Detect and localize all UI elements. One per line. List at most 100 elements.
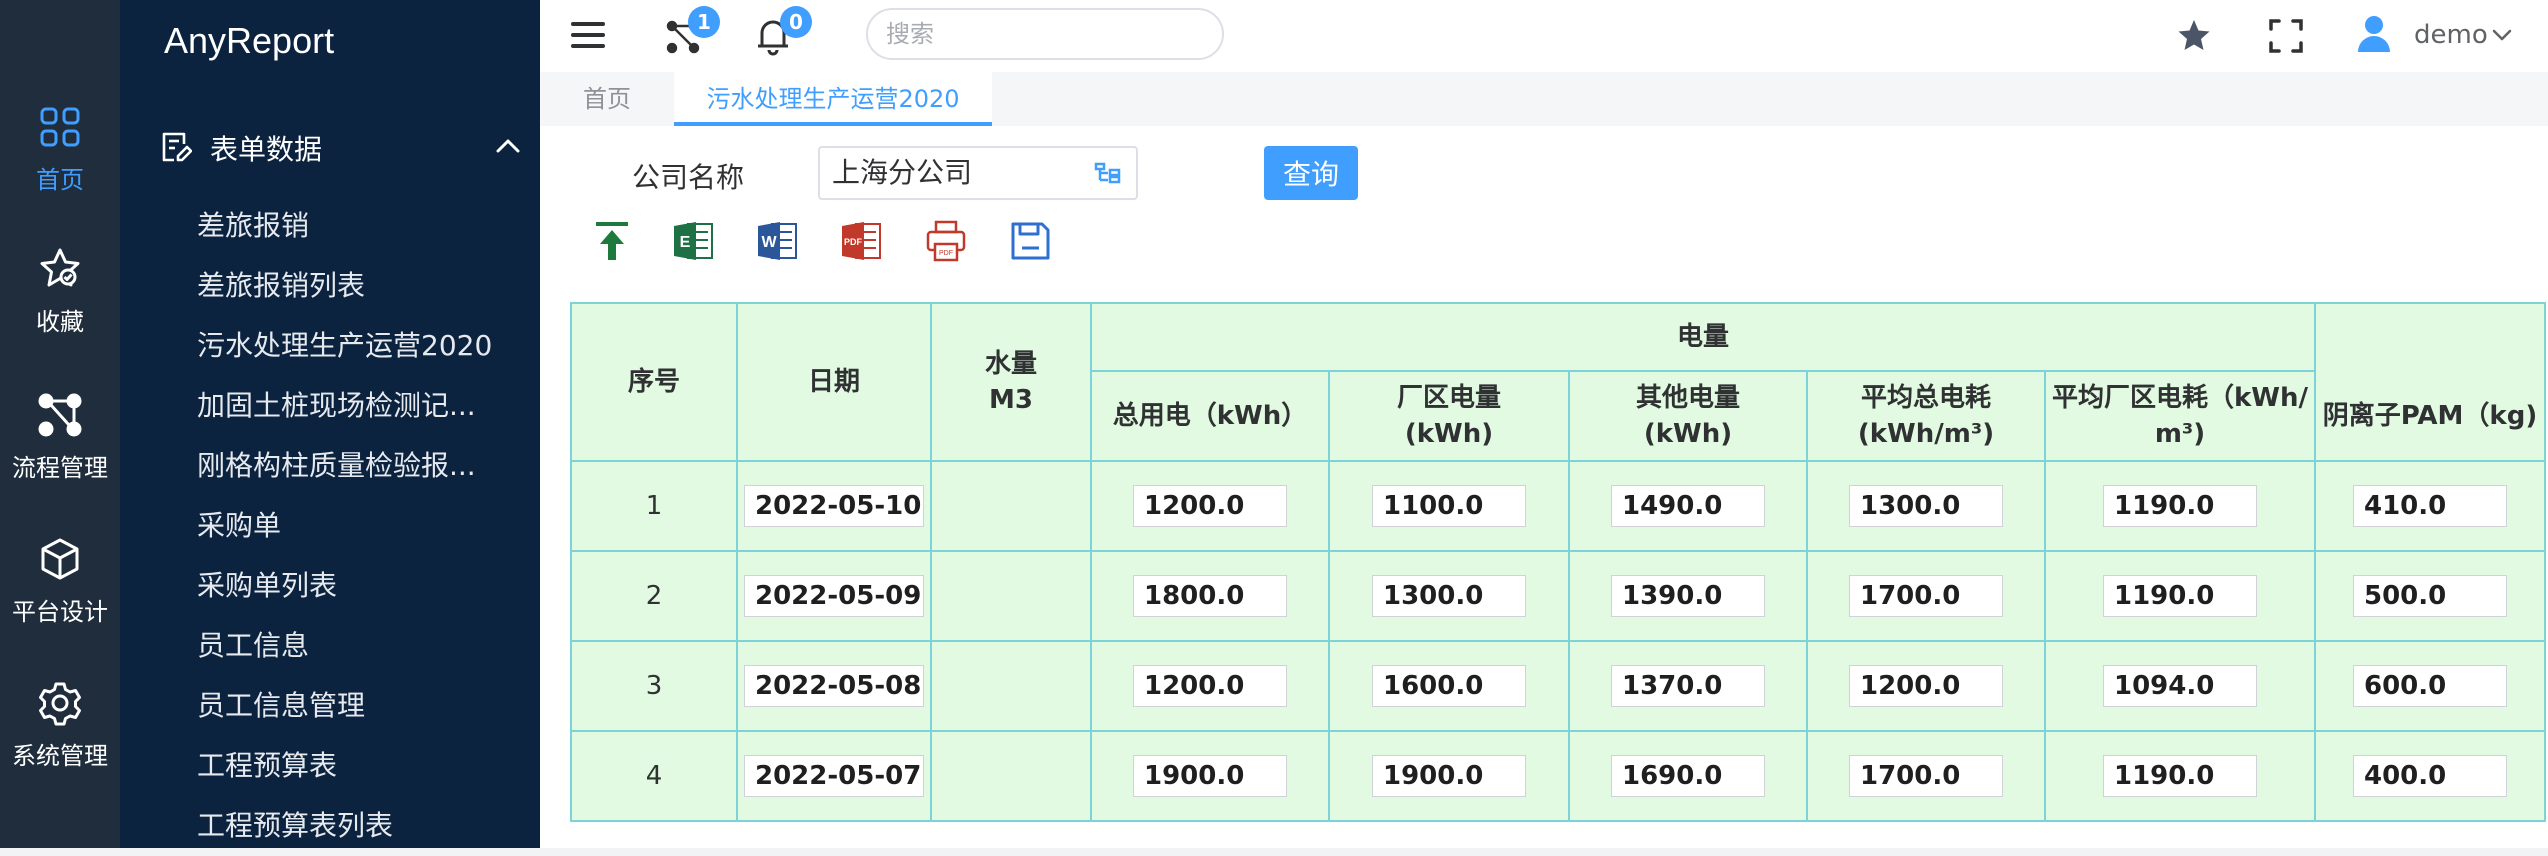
- cell-other: [1568, 730, 1808, 822]
- cell-water: [930, 730, 1092, 822]
- menu-item[interactable]: 工程预算表列表: [197, 796, 527, 856]
- user-avatar-icon[interactable]: [2356, 14, 2392, 54]
- search-input[interactable]: [866, 8, 1224, 60]
- hamburger-icon[interactable]: [570, 18, 606, 52]
- save-icon[interactable]: [1008, 218, 1052, 264]
- form-edit-icon: [162, 132, 192, 162]
- cell-avg_plant: [2044, 460, 2316, 552]
- avg_total-input[interactable]: [1849, 665, 2003, 707]
- rail-item-platform-design[interactable]: 平台设计: [0, 536, 120, 666]
- query-button[interactable]: 查询: [1264, 146, 1358, 200]
- menu-group-form-data[interactable]: 表单数据: [160, 122, 530, 172]
- rail-item-system[interactable]: 系统管理: [0, 680, 120, 810]
- cell-water: [930, 460, 1092, 552]
- table-row: 1: [570, 460, 2546, 552]
- cell-seq: 2: [570, 550, 738, 642]
- chevron-down-icon[interactable]: [2492, 28, 2512, 42]
- header-power-group: 电量: [1090, 302, 2316, 372]
- plant-input[interactable]: [1372, 485, 1526, 527]
- pam-input[interactable]: [2353, 665, 2507, 707]
- rail-item-favorites[interactable]: 收藏: [0, 246, 120, 376]
- header-date: 日期: [736, 302, 932, 462]
- avg_total-input[interactable]: [1849, 755, 2003, 797]
- gear-icon: [39, 682, 81, 726]
- cell-avg_total: [1806, 550, 2046, 642]
- app-logo: AnyReport: [164, 20, 335, 61]
- rail-item-label: 系统管理: [12, 742, 108, 770]
- avg_plant-input[interactable]: [2103, 755, 2257, 797]
- plant-input[interactable]: [1372, 665, 1526, 707]
- cell-pam: [2314, 730, 2546, 822]
- upload-icon[interactable]: [590, 218, 634, 264]
- total-input[interactable]: [1133, 485, 1287, 527]
- other-input[interactable]: [1611, 755, 1765, 797]
- header-pam: 阴离子PAM（kg): [2314, 371, 2546, 462]
- menu-item[interactable]: 采购单: [197, 496, 527, 556]
- total-input[interactable]: [1133, 755, 1287, 797]
- header-other-power: 其他电量 (kWh): [1568, 370, 1808, 462]
- other-input[interactable]: [1611, 575, 1765, 617]
- cell-total: [1090, 640, 1330, 732]
- date-input[interactable]: [744, 485, 924, 527]
- star-icon[interactable]: [2176, 18, 2212, 54]
- print-icon[interactable]: PDF: [924, 218, 968, 264]
- total-input[interactable]: [1133, 665, 1287, 707]
- plant-input[interactable]: [1372, 575, 1526, 617]
- plant-input[interactable]: [1372, 755, 1526, 797]
- menu-item[interactable]: 采购单列表: [197, 556, 527, 616]
- pam-input[interactable]: [2353, 485, 2507, 527]
- pdf-icon[interactable]: PDF: [840, 218, 884, 264]
- avg_plant-input[interactable]: [2103, 485, 2257, 527]
- tab-home[interactable]: 首页: [540, 72, 674, 126]
- avg_total-input[interactable]: [1849, 485, 2003, 527]
- chevron-up-icon[interactable]: [494, 136, 522, 154]
- header-avg-total: 平均总电耗 (kWh/m³): [1806, 370, 2046, 462]
- cell-water: [930, 640, 1092, 732]
- date-input[interactable]: [744, 665, 924, 707]
- star-icon: [40, 248, 80, 287]
- avg_plant-input[interactable]: [2103, 665, 2257, 707]
- header-blank: [2314, 302, 2546, 371]
- menu-item[interactable]: 员工信息: [197, 616, 527, 676]
- excel-icon[interactable]: E: [672, 218, 716, 264]
- other-input[interactable]: [1611, 665, 1765, 707]
- date-input[interactable]: [744, 755, 924, 797]
- avg_total-input[interactable]: [1849, 575, 2003, 617]
- rail-item-label: 流程管理: [12, 454, 108, 482]
- table-row: 2: [570, 550, 2546, 642]
- fullscreen-icon[interactable]: [2268, 18, 2304, 54]
- cell-pam: [2314, 550, 2546, 642]
- rail-item-home[interactable]: 首页: [0, 104, 120, 234]
- avg_plant-input[interactable]: [2103, 575, 2257, 617]
- word-icon[interactable]: W: [756, 218, 800, 264]
- date-input[interactable]: [744, 575, 924, 617]
- cell-avg_total: [1806, 460, 2046, 552]
- user-name[interactable]: demo: [2414, 20, 2488, 50]
- cell-other: [1568, 550, 1808, 642]
- pam-input[interactable]: [2353, 575, 2507, 617]
- menu-item[interactable]: 污水处理生产运营2020: [197, 316, 527, 376]
- menu-item[interactable]: 员工信息管理: [197, 676, 527, 736]
- rail-item-workflow[interactable]: 流程管理: [0, 392, 120, 522]
- pam-input[interactable]: [2353, 755, 2507, 797]
- cell-other: [1568, 460, 1808, 552]
- company-select[interactable]: 上海分公司: [818, 146, 1138, 200]
- notify-badge: 0: [780, 6, 812, 38]
- cell-seq: 4: [570, 730, 738, 822]
- cube-icon: [41, 538, 79, 580]
- menu-list: 差旅报销 差旅报销列表 污水处理生产运营2020 加固土桩现场检测记... 刚格构柱质量…: [197, 196, 527, 856]
- header-plant-power: 厂区电量 (kWh): [1328, 370, 1570, 462]
- cell-total: [1090, 730, 1330, 822]
- tab-wastewater-2020[interactable]: 污水处理生产运营2020: [674, 72, 992, 126]
- total-input[interactable]: [1133, 575, 1287, 617]
- menu-item[interactable]: 差旅报销: [197, 196, 527, 256]
- svg-text:W: W: [761, 234, 777, 251]
- other-input[interactable]: [1611, 485, 1765, 527]
- menu-item[interactable]: 加固土桩现场检测记...: [197, 376, 527, 436]
- cell-plant: [1328, 730, 1570, 822]
- menu-item[interactable]: 工程预算表: [197, 736, 527, 796]
- menu-item[interactable]: 差旅报销列表: [197, 256, 527, 316]
- menu-item[interactable]: 刚格构柱质量检验报...: [197, 436, 527, 496]
- cell-avg_plant: [2044, 730, 2316, 822]
- cell-seq: 3: [570, 640, 738, 732]
